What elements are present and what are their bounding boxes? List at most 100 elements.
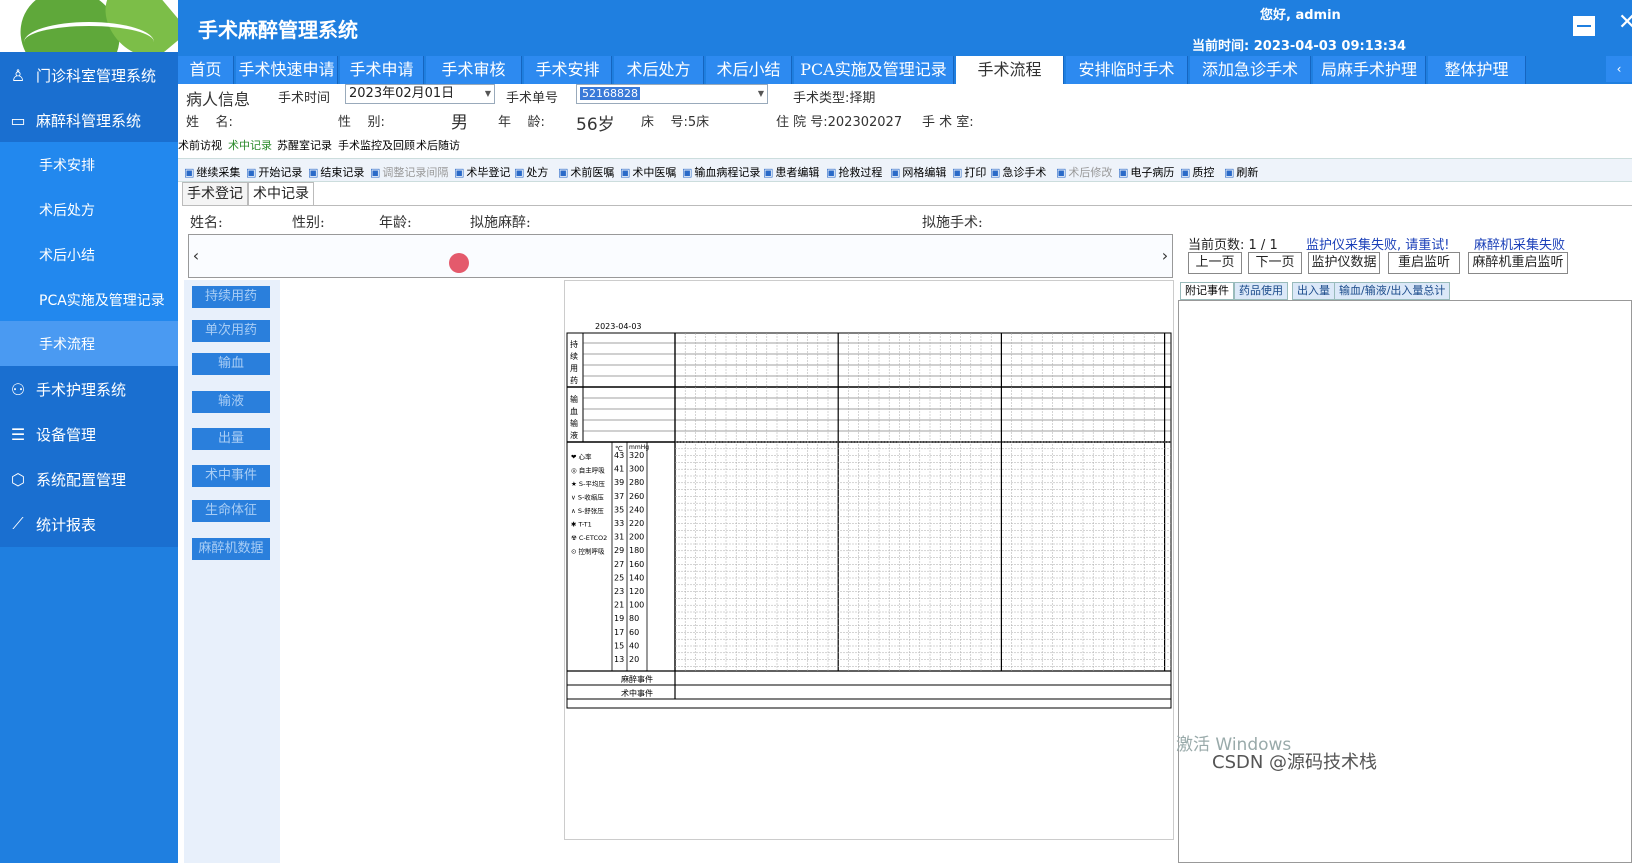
toolbar-button-label: 患者编辑	[775, 166, 820, 179]
monitor-icon: ▭	[10, 110, 26, 130]
sidebar: ♙ 门诊科室管理系统 ▭ 麻醉科管理系统手术安排 术后处方 术后小结 PCA实施及管理记录手…	[0, 0, 178, 863]
toolbar-button[interactable]: ▣ 刷新	[1224, 164, 1258, 180]
sidebar-item[interactable]: 手术流程	[0, 321, 178, 367]
toolbar-icon: ▣	[184, 166, 195, 179]
toolbar-button[interactable]: ▣ 术后修改	[1056, 164, 1112, 180]
tab-item[interactable]: 局麻手术护理	[1313, 56, 1426, 84]
record-subtab[interactable]: 手术监控及回顾	[338, 137, 415, 153]
side-action-button[interactable]: 单次用药	[192, 320, 270, 342]
next-page-button[interactable]: 下一页	[1248, 252, 1302, 274]
tab-intraop-record[interactable]: 术中记录	[248, 182, 314, 206]
vital-legend-item: ⊙ 控制呼吸	[571, 547, 605, 556]
sidebar-item[interactable]: 术后小结	[0, 232, 178, 278]
tab-item[interactable]: 手术快速申请	[236, 56, 338, 84]
toolbar-button[interactable]: ▣ 结束记录	[308, 164, 364, 180]
toolbar-button[interactable]: ▣ 网格编辑	[890, 164, 946, 180]
surgery-no-select[interactable]: 52168828 ▼	[576, 84, 768, 104]
mmhg-tick: 100	[629, 601, 644, 610]
sidebar-item[interactable]: ▭ 麻醉科管理系统	[0, 97, 178, 143]
record-name-label: 姓名:	[190, 215, 223, 231]
side-action-button[interactable]: 术中事件	[192, 465, 270, 487]
side-action-button[interactable]: 持续用药	[192, 286, 270, 308]
toolbar-button[interactable]: ▣ 术毕登记	[454, 164, 510, 180]
toolbar-button[interactable]: ▣ 抢救过程	[826, 164, 882, 180]
monitor-data-button[interactable]: 监护仪数据	[1308, 252, 1380, 274]
mmhg-tick: 240	[629, 505, 644, 514]
sidebar-item[interactable]: PCA实施及管理记录	[0, 277, 178, 323]
mmhg-tick: 160	[629, 560, 644, 569]
sidebar-item-label: 麻醉科管理系统	[36, 111, 142, 130]
mmhg-unit: mmHg	[629, 444, 649, 451]
toolbar-icon: ▣	[620, 166, 631, 179]
tab-item[interactable]: 首页	[178, 56, 234, 84]
hospital-no-label: 住 院 号:202302027	[776, 115, 903, 130]
toolbar-button[interactable]: ▣ 电子病历	[1118, 164, 1174, 180]
record-subtab[interactable]: 术前访视	[178, 137, 222, 153]
minimize-button[interactable]	[1573, 16, 1595, 36]
celsius-tick: 27	[614, 560, 624, 569]
side-action-button[interactable]: 生命体征	[192, 500, 270, 522]
tab-scroll-left-icon[interactable]: ‹	[1606, 56, 1632, 82]
mmhg-tick: 20	[629, 655, 639, 664]
side-action-button[interactable]: 输血	[192, 353, 270, 375]
close-button[interactable]: ✕	[1618, 10, 1632, 35]
sidebar-item[interactable]: ⚇ 手术护理系统	[0, 366, 178, 412]
tab-item[interactable]: 术后小结	[706, 56, 792, 84]
section-label-char: 药	[570, 375, 578, 385]
toolbar-button[interactable]: ▣ 输血病程记录	[682, 164, 760, 180]
prev-page-button[interactable]: 上一页	[1188, 252, 1242, 274]
surgery-time-picker[interactable]: 2023年02月01日 ▼	[345, 84, 495, 104]
event-tab[interactable]: 附记事件	[1180, 282, 1234, 300]
sidebar-item[interactable]: 手术安排	[0, 142, 178, 188]
record-subtab[interactable]: 苏醒室记录	[277, 137, 332, 153]
scroll-left-icon[interactable]: ‹	[189, 235, 203, 277]
tab-surgery-register[interactable]: 手术登记	[182, 182, 248, 206]
restart-listen-button[interactable]: 重启监听	[1388, 252, 1460, 274]
chart-icon: ⟋	[12, 514, 24, 533]
tab-item[interactable]: 手术安排	[524, 56, 612, 84]
toolbar-button[interactable]: ▣ 急诊手术	[990, 164, 1046, 180]
section-label-char: 输	[570, 394, 578, 404]
toolbar-button[interactable]: ▣ 调整记录间隔	[370, 164, 448, 180]
toolbar-button[interactable]: ▣ 处方	[514, 164, 548, 180]
toolbar-button[interactable]: ▣ 继续采集	[184, 164, 240, 180]
celsius-tick: 29	[614, 546, 624, 555]
timeline-scroller[interactable]: ‹ ›	[188, 234, 1173, 278]
current-time: 当前时间: 2023-04-03 09:13:34	[1192, 35, 1406, 54]
side-action-button[interactable]: 出量	[192, 428, 270, 450]
toolbar-button[interactable]: ▣ 术中医嘱	[620, 164, 676, 180]
event-tab[interactable]: 出入量	[1292, 282, 1335, 300]
event-tab[interactable]: 药品使用	[1234, 282, 1288, 300]
side-action-panel: 持续用药单次用药输血输液出量术中事件生命体征麻醉机数据	[184, 280, 280, 863]
side-action-button[interactable]: 麻醉机数据	[192, 538, 270, 560]
record-gender-label: 性别:	[292, 215, 325, 231]
tab-item[interactable]: 手术流程	[956, 56, 1064, 84]
tab-item[interactable]: 整体护理	[1428, 56, 1526, 84]
toolbar-button[interactable]: ▣ 质控	[1180, 164, 1214, 180]
side-action-button[interactable]: 输液	[192, 391, 270, 413]
scroll-right-icon[interactable]: ›	[1158, 235, 1172, 277]
record-subtab[interactable]: 术后随访	[416, 137, 460, 153]
sidebar-item[interactable]: 术后处方	[0, 187, 178, 233]
sidebar-item[interactable]: ♙ 门诊科室管理系统	[0, 52, 178, 98]
toolbar-button[interactable]: ▣ 术前医嘱	[558, 164, 614, 180]
toolbar-icon: ▣	[1056, 166, 1067, 179]
toolbar-button[interactable]: ▣ 患者编辑	[763, 164, 819, 180]
toolbar-button[interactable]: ▣ 开始记录	[246, 164, 302, 180]
sidebar-item[interactable]: ☰ 设备管理	[0, 411, 178, 457]
tab-item[interactable]: 添加急诊手术	[1190, 56, 1311, 84]
toolbar-icon: ▣	[558, 166, 569, 179]
sidebar-item-label: 门诊科室管理系统	[36, 66, 157, 85]
toolbar-button[interactable]: ▣ 打印	[952, 164, 986, 180]
surgery-time-label: 手术时间	[278, 91, 331, 106]
tab-item[interactable]: 术后处方	[614, 56, 704, 84]
event-tab[interactable]: 输血/输液/出入量总计	[1334, 282, 1451, 300]
tab-item[interactable]: 安排临时手术	[1066, 56, 1188, 84]
tab-item[interactable]: 手术申请	[340, 56, 424, 84]
tab-item[interactable]: PCA实施及管理记录	[794, 56, 954, 84]
sidebar-item[interactable]: ⟋ 统计报表	[0, 501, 178, 547]
sidebar-item[interactable]: ⬡ 系统配置管理	[0, 456, 178, 502]
anes-restart-listen-button[interactable]: 麻醉机重启监听	[1468, 252, 1568, 274]
tab-item[interactable]: 手术审核	[426, 56, 522, 84]
record-subtab[interactable]: 术中记录	[228, 137, 272, 153]
